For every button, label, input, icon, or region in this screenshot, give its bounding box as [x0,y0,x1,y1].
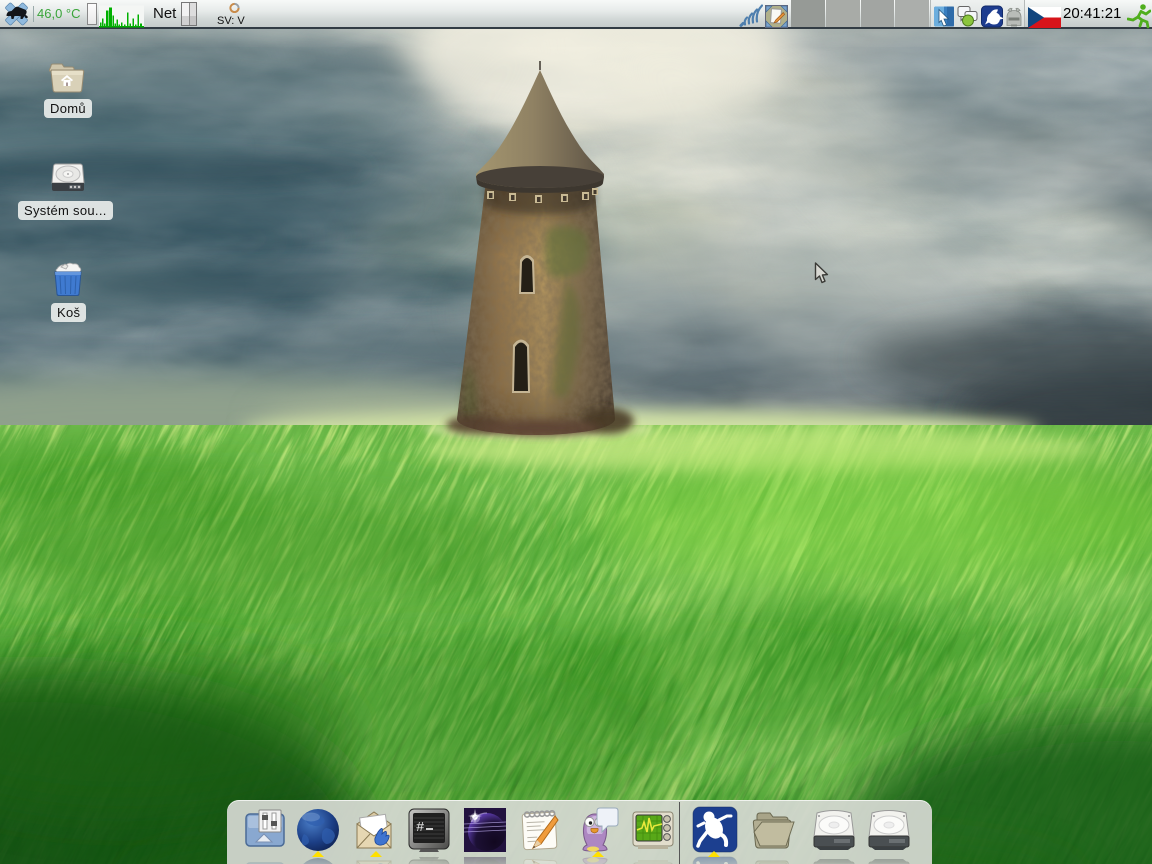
svg-text:#: # [416,820,424,836]
